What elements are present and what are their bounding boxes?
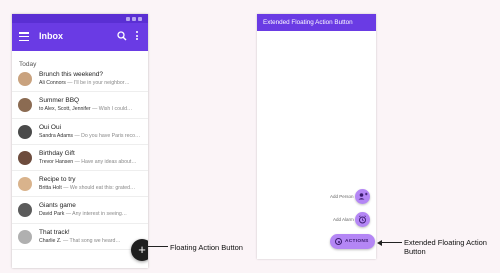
inbox-screen: Inbox Today Brunch this weekend? Ali Conn… <box>12 14 148 268</box>
annotation-arrow <box>146 246 168 247</box>
search-icon[interactable] <box>117 30 127 42</box>
menu-icon[interactable] <box>19 32 29 42</box>
email-preview: — We should eat this: grated… <box>61 185 136 192</box>
email-summary: David Park — Any interest in seeing… <box>39 211 145 217</box>
email-list-item[interactable]: Birthday Gift Trevor Hansen — Have any id… <box>12 145 148 172</box>
email-preview: — Have any ideas about… <box>73 158 137 165</box>
extended-floating-action-button[interactable]: ACTIONS <box>330 234 375 249</box>
email-summary: Britta Holt — We should eat this: grated… <box>39 185 145 191</box>
email-list-item[interactable]: Recipe to try Britta Holt — We should eat… <box>12 171 148 198</box>
email-sender: to Alex, Scott, Jennifer <box>39 106 91 113</box>
email-subject: That track! <box>39 228 70 236</box>
add-person-icon <box>358 192 368 200</box>
email-summary: Ali Connors — I'll be in your neighbor… <box>39 80 145 86</box>
email-sender: Charlie Z. <box>39 237 62 244</box>
add-alarm-button[interactable] <box>355 212 370 227</box>
status-icon <box>126 17 130 21</box>
email-subject: Recipe to try <box>39 176 76 184</box>
email-sender: Ali Connors <box>39 80 66 86</box>
email-list: Brunch this weekend? Ali Connors — I'll b… <box>12 66 148 251</box>
email-preview: — That song we heard… <box>61 237 121 244</box>
avatar <box>18 98 32 113</box>
email-subject: Oui Oui <box>39 123 62 131</box>
email-sender: David Park <box>39 211 65 218</box>
email-summary: Trevor Hansen — Have any ideas about… <box>39 159 145 165</box>
email-preview: — I'll be in your neighbor… <box>65 80 130 86</box>
email-preview: — Do you have Paris reco… <box>73 132 141 139</box>
add-person-label: Add Person <box>330 194 354 199</box>
app-title: Extended Floating Action Button <box>263 19 353 26</box>
section-header: Today <box>19 61 37 68</box>
email-list-item[interactable]: That track! Charlie Z. — That song we hea… <box>12 224 148 251</box>
add-person-button[interactable] <box>355 189 370 204</box>
status-icon <box>138 17 142 21</box>
email-subject: Giants game <box>39 202 76 210</box>
email-list-item[interactable]: Summer BBQ to Alex, Scott, Jennifer — Wis… <box>12 92 148 119</box>
app-title: Inbox <box>39 31 63 41</box>
alarm-icon <box>359 215 366 224</box>
fab-annotation-label: Floating Action Button <box>170 243 243 252</box>
status-icon <box>132 17 136 21</box>
avatar <box>18 124 32 139</box>
email-subject: Brunch this weekend? <box>39 71 103 78</box>
annotation-arrowhead <box>143 243 148 250</box>
extended-fab-screen: Extended Floating Action Button Add Pers… <box>257 14 376 259</box>
email-preview: — Any interest in seeing… <box>64 211 127 218</box>
extended-fab-annotation-label: Extended Floating Action Button <box>404 238 487 256</box>
status-bar <box>12 14 148 23</box>
avatar <box>18 229 32 244</box>
email-sender: Trevor Hansen <box>39 158 74 165</box>
avatar <box>18 203 32 218</box>
email-summary: to Alex, Scott, Jennifer — Wish I could… <box>39 106 145 112</box>
email-list-item[interactable]: Giants game David Park — Any interest in … <box>12 197 148 224</box>
email-list-item[interactable]: Oui Oui Sandra Adams — Do you have Paris … <box>12 119 148 145</box>
email-subject: Birthday Gift <box>39 149 75 157</box>
annotation-arrow <box>380 242 402 243</box>
email-summary: Charlie Z. — That song we heard… <box>39 238 145 244</box>
email-sender: Sandra Adams <box>39 132 74 139</box>
app-bar: Extended Floating Action Button <box>257 14 376 31</box>
email-preview: — Wish I could… <box>90 106 133 113</box>
avatar <box>18 150 32 165</box>
email-list-item[interactable]: Brunch this weekend? Ali Connors — I'll b… <box>12 66 148 93</box>
email-subject: Summer BBQ <box>39 97 80 105</box>
actions-icon <box>335 238 342 245</box>
email-summary: Sandra Adams — Do you have Paris reco… <box>39 133 145 139</box>
avatar <box>18 177 32 192</box>
extended-fab-label: ACTIONS <box>345 239 369 244</box>
annotation-arrowhead <box>377 239 382 246</box>
add-alarm-label: Add Alarm <box>333 217 354 222</box>
app-bar: Inbox <box>12 23 148 51</box>
avatar <box>18 72 32 86</box>
more-options-icon[interactable] <box>134 31 140 43</box>
floating-action-button[interactable]: + <box>131 239 148 261</box>
email-sender: Britta Holt <box>39 185 62 192</box>
